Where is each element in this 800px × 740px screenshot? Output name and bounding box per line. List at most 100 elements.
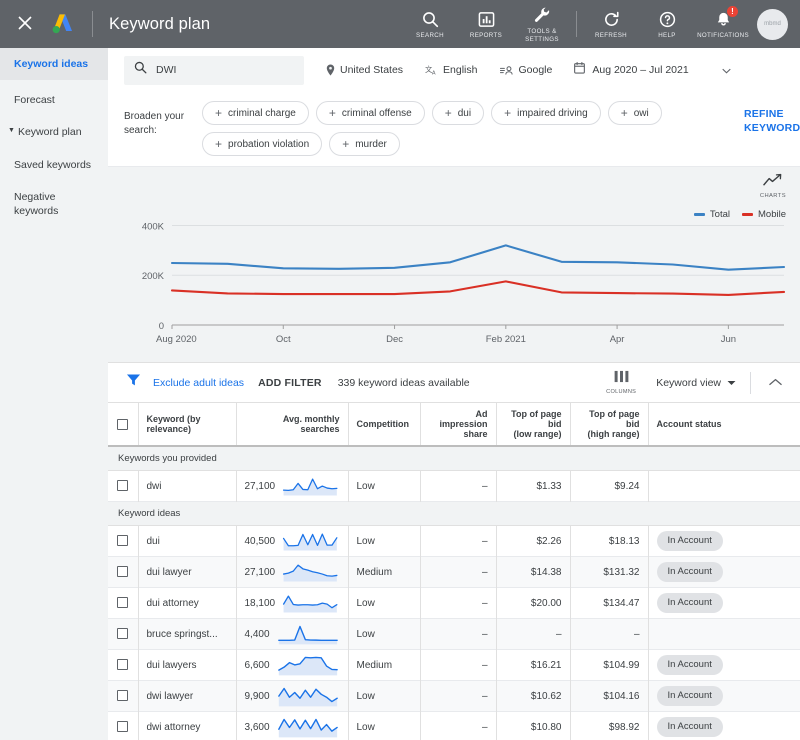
row-checkbox[interactable] [117,721,129,733]
svg-text:Jun: Jun [721,334,736,345]
status-badge: In Account [656,655,723,675]
cell-ad-impression-share: – [420,711,497,740]
cell-ad-impression-share: – [420,680,497,712]
header-actions: SEARCH REPORTS TOOLS & SETTINGS REFRESH … [402,0,792,48]
keyword-view-selector[interactable]: Keyword view [656,377,736,389]
svg-text:A: A [432,71,436,76]
svg-text:Oct: Oct [276,334,291,345]
cell-competition: Medium [348,556,421,588]
columns-button[interactable]: COLUMNS [606,370,636,395]
row-checkbox[interactable] [117,659,129,671]
help-button[interactable]: HELP [639,0,695,48]
select-all-header [108,403,139,447]
sidebar-item-saved-keywords[interactable]: Saved keywords [0,149,108,181]
notification-badge: ! [727,6,738,17]
plus-icon: + [504,106,512,120]
table-row[interactable]: bruce springst... 4,400 Low – – – [108,618,800,650]
reports-button[interactable]: REPORTS [458,0,514,48]
cell-top-bid-high: $131.32 [570,556,649,588]
broaden-chip[interactable]: + criminal charge [202,101,309,125]
row-checkbox[interactable] [117,535,129,547]
sidebar-item-negative-keywords[interactable]: Negative keywords [0,181,108,227]
row-checkbox[interactable] [117,597,129,609]
charts-button-label: CHARTS [759,193,786,199]
broaden-chip[interactable]: + dui [431,101,485,125]
collapse-chart-button[interactable] [765,377,786,389]
google-ads-logo-icon[interactable] [48,10,78,38]
network-selector[interactable]: Google [499,64,552,76]
table-row[interactable]: dwi lawyer 9,900 Low – $10.62 $104.16 In Accou… [108,680,800,712]
broaden-chip[interactable]: + murder [329,132,400,156]
refresh-button[interactable]: REFRESH [583,0,639,48]
search-button-label: SEARCH [416,31,444,39]
row-checkbox[interactable] [117,566,129,578]
exclude-adult-ideas-link[interactable]: Exclude adult ideas [153,377,244,389]
search-trend-sparkline [283,595,338,613]
column-header-competition[interactable]: Competition [348,403,421,447]
row-checkbox-cell [108,618,139,650]
sidebar-item-keyword-ideas[interactable]: Keyword ideas [0,48,108,81]
tools-settings-button[interactable]: TOOLS & SETTINGS [514,0,570,48]
date-range-selector[interactable]: Aug 2020 – Jul 2021 [574,61,731,79]
cell-top-bid-high: $134.47 [570,587,649,619]
table-row[interactable]: dwi 27,100 Low – $1.33 $9.24 [108,470,800,502]
plus-icon: + [215,137,223,151]
cell-ad-impression-share: – [420,618,497,650]
cell-avg-monthly-searches: 40,500 [236,525,349,557]
location-selector[interactable]: United States [326,64,403,76]
status-badge: In Account [656,717,723,737]
search-input[interactable]: DWI [124,55,304,85]
sidebar: Keyword ideas Forecast ▼ Keyword plan Sa… [0,48,108,740]
broaden-chip[interactable]: + probation violation [202,132,323,156]
table-row[interactable]: dui lawyers 6,600 Medium – $16.21 $104.99 In A… [108,649,800,681]
keyword-ideas-count: 339 keyword ideas available [337,376,470,389]
main-content: DWI United States 文 A English Google Aug… [108,48,800,740]
column-header-ad-impression-share[interactable]: Ad impression share [420,403,497,447]
toolbar-divider [750,371,751,394]
search-volume-chart-panel: CHARTS Total Mobile 0 200K 400K Aug 2020 Oct… [108,167,800,362]
cell-top-bid-low: $14.38 [496,556,571,588]
sidebar-item-forecast[interactable]: Forecast [0,84,108,116]
cell-keyword: dui lawyer [138,556,237,588]
table-row[interactable]: dui 40,500 Low – $2.26 $18.13 In Account [108,525,800,557]
chevron-down-icon[interactable] [722,61,731,79]
column-header-keyword[interactable]: Keyword (by relevance) [138,403,237,447]
broaden-chip[interactable]: + owi [607,101,662,125]
table-toolbar: Exclude adult ideas ADD FILTER 339 keywo… [108,362,800,403]
table-group-label: Keywords you provided [108,446,800,471]
row-checkbox[interactable] [117,480,129,492]
filter-icon[interactable] [126,373,141,392]
table-toolbar-right: COLUMNS Keyword view [606,370,786,395]
column-header-top-bid-low[interactable]: Top of page bid (low range) [496,403,571,447]
broaden-chip[interactable]: + criminal offense [315,101,425,125]
cell-competition: Low [348,525,421,557]
table-row[interactable]: dui attorney 18,100 Low – $20.00 $134.47 In Ac… [108,587,800,619]
select-all-checkbox[interactable] [117,418,129,430]
language-selector[interactable]: 文 A English [425,64,477,76]
add-filter-button[interactable]: ADD FILTER [258,377,322,389]
row-checkbox[interactable] [117,690,129,702]
keyword-planner-app: Keyword plan SEARCH REPORTS TOOLS & SETT… [0,0,800,740]
column-header-account-status[interactable]: Account status [648,403,800,447]
svg-text:0: 0 [159,321,164,332]
broaden-chip[interactable]: + impaired driving [491,101,601,125]
table-row[interactable]: dui lawyer 27,100 Medium – $14.38 $131.32 In A… [108,556,800,588]
charts-button[interactable]: CHARTS [760,173,786,199]
notifications-button[interactable]: ! NOTIFICATIONS [695,0,751,48]
avatar[interactable]: mbmd [757,8,788,40]
avg-monthly-searches-value: 40,500 [244,535,276,547]
table-group-keyword-ideas: Keyword ideas [108,501,800,526]
close-icon[interactable] [14,15,36,33]
row-checkbox[interactable] [117,628,129,640]
table-row[interactable]: dwi attorney 3,600 Low – $10.80 $98.92 In Acco… [108,711,800,740]
status-badge: In Account [656,593,723,613]
reports-bar-chart-icon [478,9,495,28]
refine-keywords-button[interactable]: REFINE KEYWORDS [744,107,800,135]
column-header-top-bid-high[interactable]: Top of page bid (high range) [570,403,649,447]
refresh-icon [603,9,620,28]
search-button[interactable]: SEARCH [402,0,458,48]
column-header-avg-monthly-searches[interactable]: Avg. monthly searches [236,403,349,447]
cell-keyword: dui lawyers [138,649,237,681]
cell-top-bid-high: $9.24 [570,470,649,502]
sidebar-item-keyword-plan[interactable]: ▼ Keyword plan [0,116,108,148]
